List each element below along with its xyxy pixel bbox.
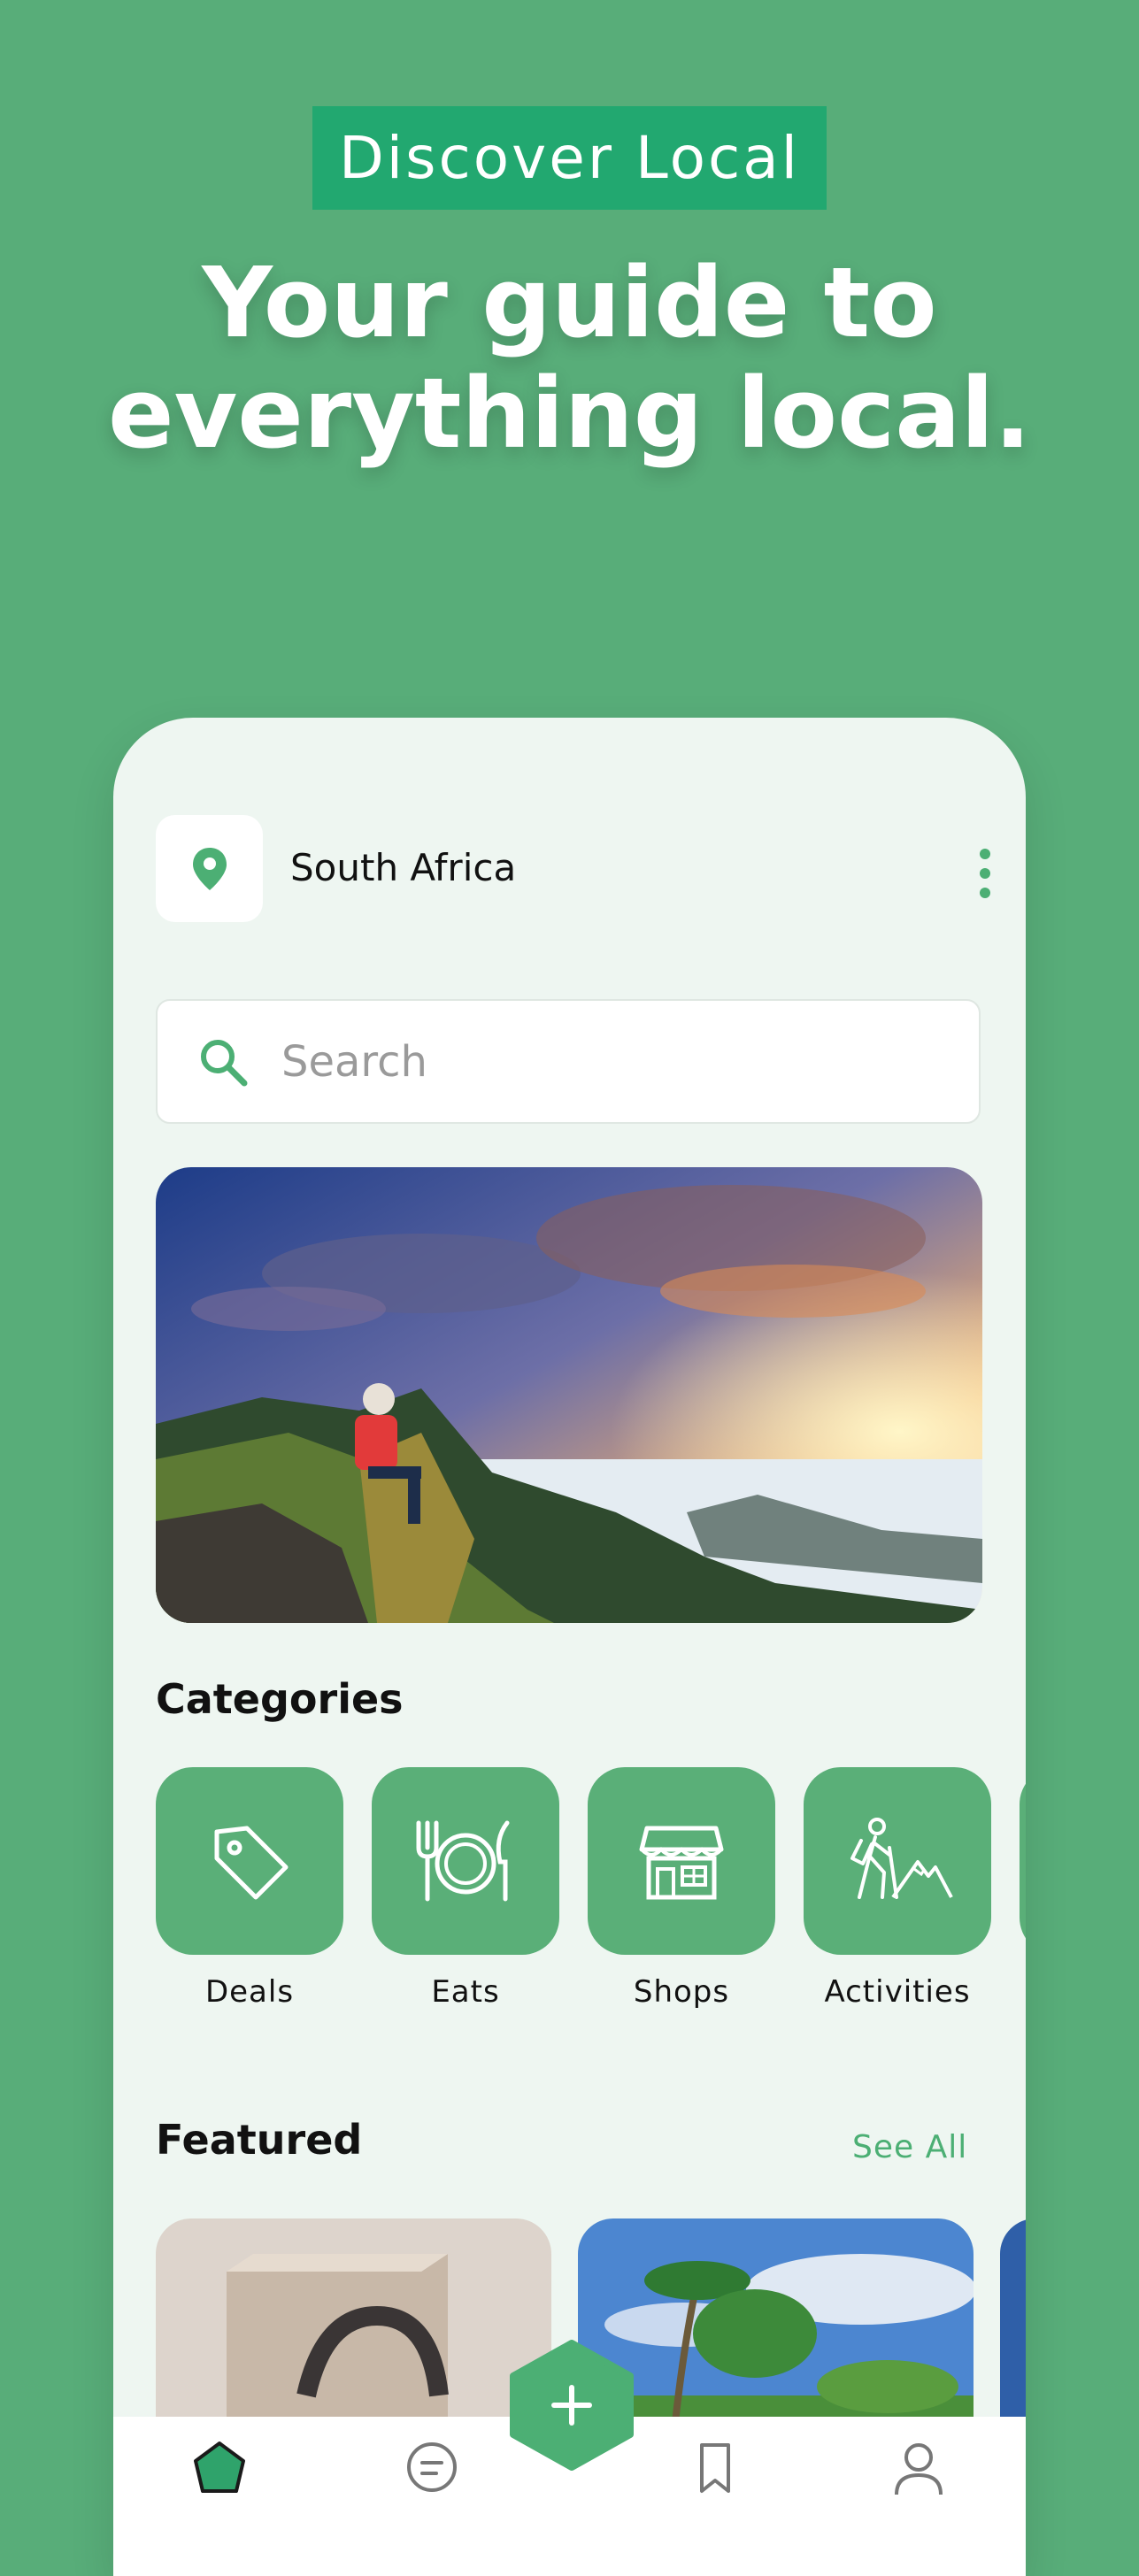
- category-shops[interactable]: Shops: [588, 1767, 775, 2010]
- category-label: Deals: [204, 1974, 295, 2010]
- hiker-icon: [850, 1818, 953, 1899]
- home-icon[interactable]: [189, 2436, 250, 2498]
- category-deals[interactable]: Deals: [156, 1767, 343, 2010]
- see-all-link[interactable]: See All: [852, 2129, 967, 2165]
- search-input[interactable]: [280, 1035, 903, 1088]
- category-next-partial[interactable]: [1020, 1767, 1026, 1955]
- featured-title: Featured: [156, 2116, 363, 2164]
- bookmark-icon[interactable]: [684, 2436, 746, 2498]
- location-pin-icon: [192, 847, 227, 890]
- more-vertical-icon[interactable]: [972, 849, 998, 898]
- phone-mockup: South Africa Search Categories Deals Eat…: [113, 718, 1026, 2576]
- messages-icon[interactable]: [401, 2436, 463, 2498]
- category-label: Shops: [633, 1974, 730, 2010]
- category-activities[interactable]: Activities: [804, 1767, 991, 2010]
- tag-icon: [214, 1826, 289, 1900]
- hero-landscape-image: [156, 1167, 982, 1623]
- discover-local-badge: Discover Local: [312, 106, 827, 210]
- category-label: Eats: [431, 1974, 500, 2010]
- profile-icon[interactable]: [888, 2436, 950, 2498]
- hero-image[interactable]: [156, 1167, 982, 1623]
- category-eats[interactable]: Eats: [372, 1767, 559, 2010]
- categories-title: Categories: [156, 1675, 404, 1723]
- add-button[interactable]: [505, 2339, 638, 2472]
- headline: Your guide to everything local.: [0, 248, 1139, 469]
- storefront-icon: [639, 1826, 724, 1900]
- headline-line-1: Your guide to: [202, 246, 937, 359]
- category-label: Activities: [824, 1974, 971, 2010]
- cutlery-icon: [416, 1820, 510, 1902]
- search-icon: [201, 1039, 248, 1086]
- search-bar[interactable]: [156, 999, 981, 1124]
- location-label[interactable]: South Africa: [290, 846, 516, 889]
- headline-line-2: everything local.: [107, 357, 1031, 470]
- location-button[interactable]: [156, 815, 263, 922]
